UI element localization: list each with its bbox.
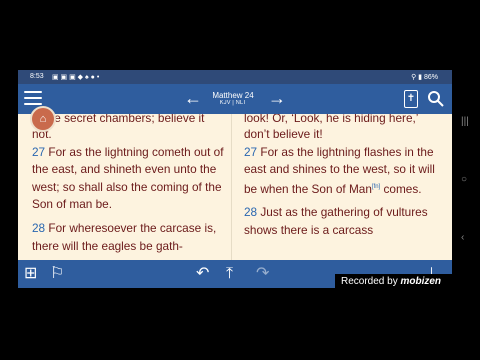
back-icon[interactable]: ‹ [461,232,464,243]
bookmark-icon[interactable]: ⚐ [50,265,64,283]
left-column-kjv: in the secret chambers; believe it not. … [32,114,232,255]
status-bar: 8:53 ▣ ▣ ▣ ◆ ♠ ● • ⚲ ▮ 86% [18,70,452,84]
verse-text: For as the lightning cometh out of the e… [32,144,224,212]
arrow-up-icon[interactable]: ⤒ [226,265,233,283]
undo-icon[interactable]: ↶ [196,265,209,283]
home-icon[interactable]: ○ [461,174,467,185]
footnote-marker[interactable]: [fn] [372,184,380,190]
top-bar: ← Matthew 24 KJV | NLT → ✝ [18,84,452,114]
chapter-reference[interactable]: Matthew 24 KJV | NLT [208,91,258,107]
status-right: ⚲ ▮ 86% [411,74,438,81]
avatar[interactable]: ⌂ [30,106,56,132]
bible-icon[interactable]: ✝ [404,90,418,108]
clipped-verse-end: don’t believe it! [244,127,323,141]
verse-text: Just as the gathering of vultures shows … [244,205,428,237]
verse-number[interactable]: 28 [244,205,257,219]
arrow-left-icon[interactable]: ← [184,88,202,108]
battery-level: 86% [423,74,438,81]
status-time: 8:53 [30,73,44,80]
book-chapter: Matthew 24 [212,91,254,100]
recording-watermark: Recorded by mobizen [335,274,467,290]
app-window: 8:53 ▣ ▣ ▣ ◆ ♠ ● • ⚲ ▮ 86% ← Matthew 24 … [18,70,452,288]
notification-icons: ▣ ▣ ▣ ◆ ♠ ● • [52,74,100,81]
verse-number[interactable]: 27 [244,145,257,159]
add-note-icon[interactable]: ⊞ [24,265,37,283]
right-column-nlt: look! Or, ‘Look, he is hiding here,’ don… [244,114,444,239]
clipped-verse-end: not. [32,127,52,141]
verse-28: 28 Just as the gathering of vultures sho… [244,204,444,239]
verse-number[interactable]: 28 [32,221,45,235]
clipped-verse-line: in the secret chambers; believe it [32,114,205,125]
arrow-right-icon[interactable]: → [268,88,286,108]
verse-27: 27 For as the lightning flashes in the e… [244,144,444,199]
search-icon[interactable] [427,90,445,108]
recent-apps-icon[interactable]: ||| [461,116,469,127]
verse-text-end: comes. [380,181,422,196]
verse-28: 28 For wheresoever the carcase is, there… [32,220,232,255]
watermark-brand: mobizen [400,276,442,287]
redo-icon[interactable]: ↷ [256,265,269,283]
menu-icon[interactable] [24,91,42,105]
verse-27: 27 For as the lightning cometh out of th… [32,144,232,214]
verse-number[interactable]: 27 [32,145,45,159]
verse-text: For wheresoever the carcase is, there wi… [32,220,217,253]
version-label: KJV | NLT [219,100,247,106]
column-divider [231,114,232,260]
